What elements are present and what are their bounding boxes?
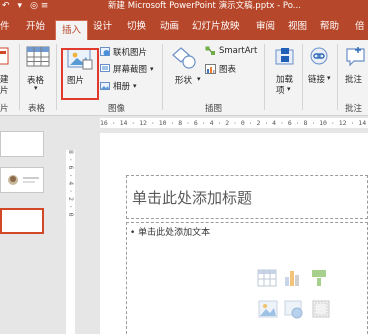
group-separator (264, 44, 265, 110)
links-button[interactable]: 链接 (308, 73, 325, 85)
tab-insert[interactable]: 插入 (55, 20, 89, 40)
slide-thumbnails-pane (0, 117, 62, 334)
online-pictures-label: 联机图片 (113, 48, 148, 58)
chevron-down-icon: ▾ (150, 65, 154, 73)
undo-icon[interactable]: ↶ (2, 0, 10, 12)
slide-thumbnail-selected[interactable] (0, 208, 44, 234)
tab-view[interactable]: 视图 (288, 14, 307, 40)
chart-label: 图表 (219, 65, 237, 75)
ribbon-tabs: 件 开始 插入 设计 切换 动画 幻灯片放映 审阅 视图 帮助 倍 (0, 14, 368, 40)
screenshot-icon (100, 64, 110, 72)
slide-thumbnail[interactable] (0, 167, 44, 193)
group-separator (56, 44, 57, 110)
table-group-label: 表格 (28, 104, 46, 114)
tab-file[interactable]: 件 (0, 14, 10, 40)
chevron-down-icon[interactable]: ▾ (197, 75, 201, 83)
screenshot-label: 屏幕截图 (113, 65, 148, 75)
illustrations-group-label: 插图 (205, 104, 223, 114)
insert-table-icon[interactable] (257, 269, 277, 287)
smartart-icon (205, 46, 215, 55)
smartart-label: SmartArt (219, 46, 258, 56)
group-separator (19, 44, 20, 110)
new-slide-label-2[interactable]: 片 (0, 84, 9, 96)
table-icon[interactable] (26, 46, 50, 68)
images-group-label: 图像 (108, 104, 126, 114)
new-slide-icon[interactable] (0, 46, 10, 68)
chevron-down-icon[interactable]: ▾ (34, 84, 38, 92)
smartart-button[interactable]: SmartArt (205, 46, 257, 56)
powerpoint-window: ↶ ▾ ◎ ≡ 新建 Microsoft PowerPoint 演示文稿.ppt… (0, 0, 368, 334)
screenshot-button[interactable]: 屏幕截图 ▾ (100, 63, 154, 75)
content-placeholder-text: • 单击此处添加文本 (130, 228, 211, 238)
title-placeholder-text: 单击此处添加标题 (132, 189, 253, 207)
customize-icon[interactable]: ◎ ≡ (30, 0, 48, 12)
chart-button[interactable]: 图表 (205, 63, 236, 75)
slide-thumbnail[interactable] (0, 131, 44, 157)
group-separator (337, 44, 338, 110)
photo-album-icon (100, 82, 110, 90)
content-insert-icons (257, 269, 330, 319)
photo-album-label: 相册 (113, 82, 131, 92)
chevron-down-icon[interactable]: ▾ (287, 85, 291, 93)
tab-home[interactable]: 开始 (26, 14, 45, 40)
online-pictures-button[interactable]: 联机图片 (100, 46, 147, 58)
online-picture-icon (100, 47, 110, 56)
insert-video-icon[interactable] (312, 300, 330, 318)
new-comment-button[interactable]: 批注 (345, 73, 362, 85)
chevron-down-icon: ▾ (133, 82, 137, 90)
title-bar: ↶ ▾ ◎ ≡ 新建 Microsoft PowerPoint 演示文稿.ppt… (0, 0, 368, 14)
window-title: 新建 Microsoft PowerPoint 演示文稿.pptx - Po..… (108, 1, 301, 11)
tab-transitions[interactable]: 切换 (127, 14, 146, 40)
comment-icon[interactable] (345, 46, 367, 68)
group-separator (162, 44, 163, 110)
insert-picture-icon[interactable] (258, 300, 278, 318)
thumbnail-preview (8, 175, 39, 185)
link-icon[interactable] (308, 46, 330, 68)
shapes-icon[interactable] (172, 46, 198, 70)
tab-more[interactable]: 倍 (355, 14, 365, 40)
addins-icon[interactable] (274, 46, 296, 68)
insert-smartart-icon[interactable] (312, 270, 326, 286)
tab-design[interactable]: 设计 (93, 14, 112, 40)
tab-review[interactable]: 审阅 (256, 14, 275, 40)
group-separator (302, 44, 303, 110)
tab-help[interactable]: 帮助 (320, 14, 339, 40)
quick-access-toolbar: ↶ ▾ ◎ ≡ (2, 0, 48, 12)
insert-online-picture-icon[interactable] (284, 300, 303, 319)
slides-group-label: 片 (0, 104, 9, 114)
insert-chart-icon[interactable] (285, 271, 299, 286)
horizontal-ruler: 16 · 14 · 12 · 10 · 8 · 6 · 4 · 2 · 0 · … (100, 118, 368, 128)
photo-album-button[interactable]: 相册 ▾ (100, 80, 137, 92)
ribbon: 建 片 片 表格 ▾ 表格 图片 联机图片 屏幕截图 ▾ 相册 ▾ 图像 形状 … (0, 40, 368, 116)
shapes-button[interactable]: 形状 (175, 74, 192, 86)
chevron-down-icon[interactable]: ▾ (327, 74, 331, 82)
vertical-ruler: 8 · 6 · 4 · 2 · 0 (66, 150, 75, 334)
dropdown-icon[interactable]: ▾ (18, 0, 23, 12)
pictures-highlight (61, 48, 99, 100)
addins-button-line2[interactable]: 项 (276, 84, 285, 96)
chart-icon (205, 64, 216, 74)
comments-group-label: 批注 (345, 104, 363, 114)
tab-slideshow[interactable]: 幻灯片放映 (192, 14, 240, 40)
tab-animations[interactable]: 动画 (160, 14, 179, 40)
